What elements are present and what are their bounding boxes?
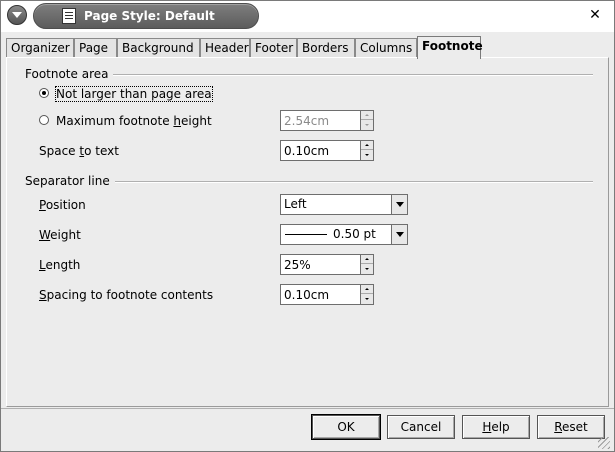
ok-button[interactable]: OK <box>311 414 381 440</box>
line-weight-preview <box>285 234 327 235</box>
footnote-area-heading: Footnote area <box>25 67 109 81</box>
spacing-spin-buttons[interactable] <box>360 284 374 305</box>
chevron-down-icon[interactable] <box>391 195 407 214</box>
max-height-field[interactable] <box>281 111 357 130</box>
spin-up-icon[interactable] <box>361 111 373 120</box>
tab-background[interactable]: Background <box>117 38 200 57</box>
space-to-text-spinner[interactable] <box>280 140 374 161</box>
space-to-text-label: Space to text <box>39 144 119 158</box>
length-spin-buttons[interactable] <box>360 254 374 275</box>
max-height-spinner[interactable] <box>280 110 374 131</box>
max-height-spin-buttons[interactable] <box>360 110 374 131</box>
footnote-area-divider <box>113 74 593 76</box>
not-larger-radio[interactable] <box>39 88 49 98</box>
tab-organizer[interactable]: Organizer <box>6 38 74 57</box>
spacing-label: Spacing to footnote contents <box>39 288 214 302</box>
tab-columns[interactable]: Columns <box>355 38 417 57</box>
tab-page[interactable]: Page <box>74 38 117 57</box>
tab-borders[interactable]: Borders <box>297 38 355 57</box>
spin-up-icon[interactable] <box>361 141 373 150</box>
length-spinner[interactable] <box>280 254 374 275</box>
window-menu-button[interactable] <box>7 5 27 25</box>
tab-header[interactable]: Header <box>200 38 250 57</box>
weight-label: Weight <box>39 228 81 242</box>
space-to-text-field[interactable] <box>281 141 357 160</box>
weight-value: 0.50 pt <box>333 227 376 241</box>
max-height-label[interactable]: Maximum footnote height <box>56 114 212 128</box>
tab-footnote[interactable]: Footnote <box>417 36 483 59</box>
separator-line-divider <box>115 181 593 183</box>
help-button[interactable]: Help <box>462 415 530 439</box>
reset-button[interactable]: Reset <box>537 415 605 439</box>
spin-up-icon[interactable] <box>361 255 373 264</box>
spin-down-icon[interactable] <box>361 121 373 130</box>
button-bar-divider <box>1 408 614 409</box>
weight-select[interactable]: 0.50 pt <box>280 224 408 245</box>
position-value: Left <box>284 197 307 211</box>
spacing-spinner[interactable] <box>280 284 374 305</box>
space-to-text-spin-buttons[interactable] <box>360 140 374 161</box>
resize-grip-icon[interactable] <box>598 437 610 449</box>
length-label: Length <box>39 258 81 272</box>
cancel-button[interactable]: Cancel <box>387 415 455 439</box>
max-height-radio[interactable] <box>39 115 49 125</box>
spin-down-icon[interactable] <box>361 265 373 274</box>
tab-footer[interactable]: Footer <box>250 38 297 57</box>
window-title: Page Style: Default <box>84 9 215 23</box>
chevron-down-icon[interactable] <box>391 225 407 244</box>
separator-line-heading: Separator line <box>25 174 110 188</box>
page-style-dialog: Page Style: Default ✕ Organizer Page Bac… <box>0 0 615 452</box>
document-icon <box>62 8 76 24</box>
length-field[interactable] <box>281 255 357 274</box>
position-select[interactable]: Left <box>280 194 408 215</box>
spacing-field[interactable] <box>281 285 357 304</box>
not-larger-label[interactable]: Not larger than page area <box>55 86 213 102</box>
spin-up-icon[interactable] <box>361 285 373 294</box>
title-pill: Page Style: Default <box>33 3 259 29</box>
position-label: Position <box>39 198 86 212</box>
spin-down-icon[interactable] <box>361 151 373 160</box>
title-bar[interactable]: Page Style: Default ✕ <box>1 1 614 32</box>
spin-down-icon[interactable] <box>361 295 373 304</box>
close-icon[interactable]: ✕ <box>587 7 603 23</box>
